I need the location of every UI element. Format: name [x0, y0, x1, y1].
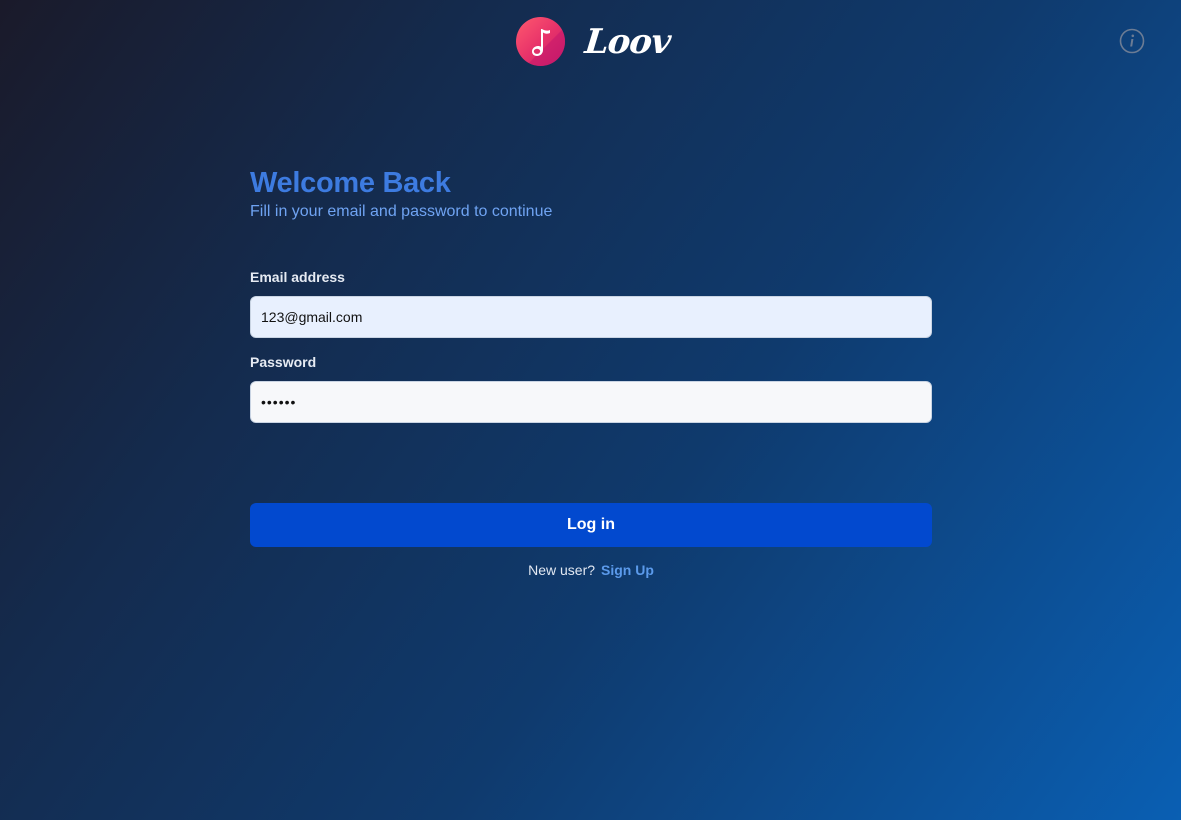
app-header: Loov [0, 0, 1181, 84]
info-icon[interactable] [1119, 28, 1145, 54]
page-subtitle: Fill in your email and password to conti… [250, 203, 553, 220]
signup-link[interactable]: Sign Up [601, 562, 654, 578]
email-field[interactable] [250, 296, 932, 338]
signup-prompt: New user? [528, 562, 596, 578]
app-logo: Loov [516, 17, 673, 66]
signup-row: New user? Sign Up [250, 561, 932, 579]
login-form: Welcome Back Fill in your email and pass… [250, 166, 932, 579]
app-name: Loov [582, 21, 673, 62]
page-title: Welcome Back [250, 167, 451, 199]
login-button[interactable]: Log in [250, 503, 932, 547]
password-field[interactable] [250, 381, 932, 423]
password-label: Password [250, 354, 317, 370]
music-note-icon [516, 17, 565, 66]
email-label: Email address [250, 269, 345, 285]
